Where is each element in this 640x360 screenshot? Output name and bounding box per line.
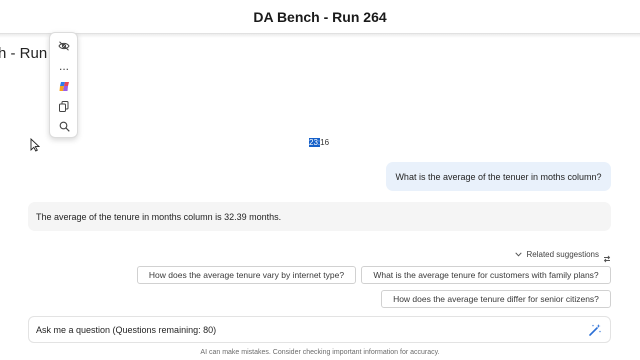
user-message-bubble: What is the average of the tenuer in mot… <box>386 162 611 191</box>
window-title: DA Bench - Run 264 <box>253 8 387 25</box>
ai-disclaimer: AI can make mistakes. Consider checking … <box>200 349 440 356</box>
timestamp-rest: 16 <box>320 138 330 147</box>
eye-off-icon[interactable] <box>57 39 71 53</box>
related-suggestions-label: Related suggestions <box>526 249 600 259</box>
ai-response-bubble: The average of the tenure in months colu… <box>28 202 611 231</box>
more-icon[interactable]: ... <box>57 59 71 73</box>
question-input-box[interactable] <box>28 316 611 343</box>
refresh-icon[interactable] <box>603 250 611 263</box>
chevron-down-icon[interactable] <box>515 250 523 258</box>
title-bar-divider <box>0 34 640 38</box>
related-suggestions-header[interactable]: Related suggestions <box>510 248 611 263</box>
ai-response-text: The average of the tenure in months colu… <box>36 211 282 222</box>
message-timestamp: 23:16 <box>309 138 329 147</box>
copy-icon[interactable] <box>57 99 71 113</box>
user-message-text: What is the average of the tenuer in mot… <box>395 171 602 182</box>
magic-wand-icon[interactable] <box>587 322 603 338</box>
title-bar: DA Bench - Run 264 <box>0 0 640 34</box>
suggestion-button[interactable]: How does the average tenure vary by inte… <box>137 266 356 284</box>
floating-toolbar: ... <box>49 32 78 138</box>
timestamp-selected-text: 23: <box>309 138 321 147</box>
question-input[interactable] <box>36 324 587 335</box>
suggestion-button[interactable]: What is the average tenure for customers… <box>361 266 611 284</box>
copilot-icon[interactable] <box>57 79 71 93</box>
suggestion-button[interactable]: How does the average tenure differ for s… <box>381 290 611 308</box>
search-icon[interactable] <box>57 119 71 133</box>
mouse-cursor-icon <box>30 137 41 152</box>
